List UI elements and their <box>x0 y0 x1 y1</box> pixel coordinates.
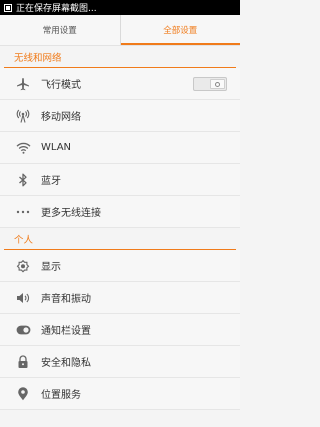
section-header-personal: 个人 <box>4 228 236 250</box>
bluetooth-icon <box>15 172 31 188</box>
settings-list: 无线和网络 飞行模式 移动网络 WLAN 蓝牙 更多无线连接 个人 显示 声音和… <box>0 46 240 410</box>
settings-item-label: 显示 <box>41 262 61 273</box>
notification-icon <box>15 322 31 338</box>
settings-item-more-wireless[interactable]: 更多无线连接 <box>0 196 240 228</box>
settings-item-security[interactable]: 安全和隐私 <box>0 346 240 378</box>
section-header-wireless: 无线和网络 <box>4 46 236 68</box>
settings-item-notification[interactable]: 通知栏设置 <box>0 314 240 346</box>
status-bar: 正在保存屏幕截图... <box>0 0 240 15</box>
settings-item-wlan[interactable]: WLAN <box>0 132 240 164</box>
settings-item-display[interactable]: 显示 <box>0 250 240 282</box>
settings-item-label: 移动网络 <box>41 112 81 123</box>
settings-item-label: 声音和振动 <box>41 294 91 305</box>
settings-item-label: 蓝牙 <box>41 176 61 187</box>
toggle-knob <box>210 79 225 89</box>
airplane-mode-toggle[interactable] <box>193 77 227 91</box>
settings-item-mobile-network[interactable]: 移动网络 <box>0 100 240 132</box>
more-dots-icon <box>15 204 31 220</box>
settings-item-label: 通知栏设置 <box>41 326 91 337</box>
status-text: 正在保存屏幕截图... <box>16 4 97 14</box>
airplane-icon <box>15 76 31 92</box>
lock-icon <box>15 354 31 370</box>
signal-tower-icon <box>15 108 31 124</box>
settings-tabs: 常用设置 全部设置 <box>0 15 240 46</box>
settings-item-airplane-mode[interactable]: 飞行模式 <box>0 68 240 100</box>
settings-item-label: 安全和隐私 <box>41 358 91 369</box>
brightness-icon <box>15 258 31 274</box>
screenshot-icon <box>4 3 12 12</box>
settings-item-label: 飞行模式 <box>41 80 81 91</box>
settings-item-label: WLAN <box>41 142 72 153</box>
tab-all-settings[interactable]: 全部设置 <box>119 15 241 45</box>
settings-item-sound[interactable]: 声音和振动 <box>0 282 240 314</box>
settings-item-label: 位置服务 <box>41 390 81 401</box>
speaker-icon <box>15 290 31 306</box>
settings-item-location[interactable]: 位置服务 <box>0 378 240 410</box>
tab-common-settings[interactable]: 常用设置 <box>0 15 120 45</box>
wifi-icon <box>15 140 31 156</box>
settings-item-bluetooth[interactable]: 蓝牙 <box>0 164 240 196</box>
settings-item-label: 更多无线连接 <box>41 208 101 219</box>
location-pin-icon <box>15 386 31 402</box>
